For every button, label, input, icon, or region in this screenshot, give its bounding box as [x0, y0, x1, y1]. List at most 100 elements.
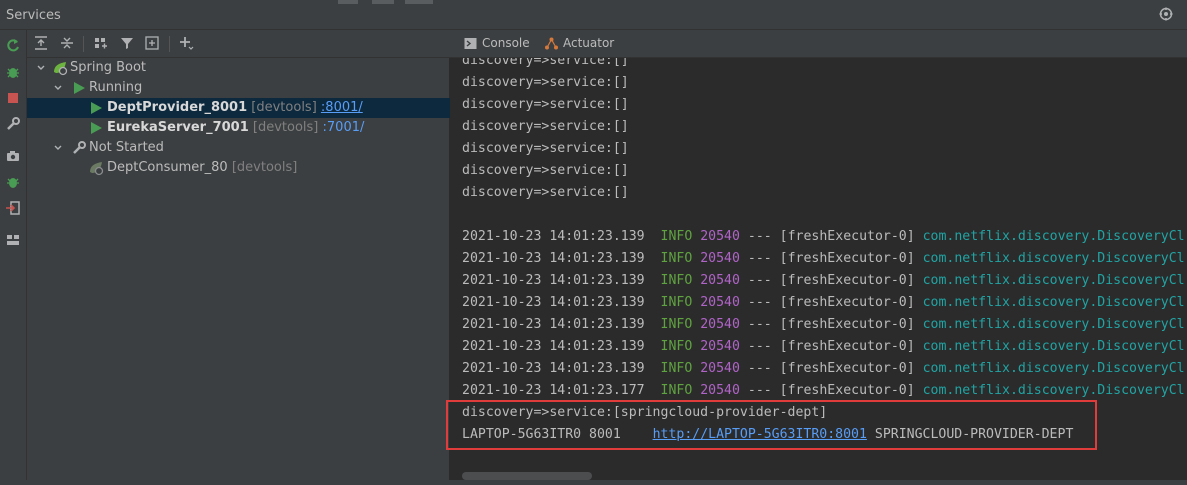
tree-node-deptprovider-8001[interactable]: DeptProvider_8001 [devtools] :8001/ [27, 98, 450, 118]
gear-icon[interactable] [1159, 7, 1173, 21]
spring-boot-icon [54, 62, 68, 76]
service-port-link[interactable]: :8001/ [321, 100, 363, 115]
tree-node-eurekaserver-7001[interactable]: EurekaServer_7001 [devtools] :7001/ [27, 118, 450, 138]
log-class: com.netflix.discovery.DiscoveryCl [922, 339, 1185, 354]
service-name: EurekaServer_7001 [107, 120, 249, 135]
log-pid: 20540 [700, 383, 740, 398]
horizontal-scrollbar[interactable] [462, 472, 592, 480]
services-action-strip [0, 30, 27, 485]
toolbar-separator [83, 36, 84, 52]
console-line: discovery=>service:[] [462, 119, 629, 134]
log-thread: [freshExecutor-0] [779, 361, 915, 376]
rerun-icon[interactable] [5, 38, 21, 54]
console-line: discovery=>service:[] [462, 97, 629, 112]
chevron-down-icon[interactable] [53, 143, 63, 153]
debug-bug-icon[interactable] [5, 64, 21, 80]
log-class: com.netflix.discovery.DiscoveryCl [922, 295, 1185, 310]
log-level: INFO [660, 251, 693, 266]
log-thread: [freshExecutor-0] [779, 229, 915, 244]
log-timestamp: 2021-10-23 14:01:23.139 [462, 251, 645, 266]
layout-icon[interactable] [5, 232, 21, 248]
tree-node-running[interactable]: Running [27, 78, 450, 98]
service-port-link[interactable]: :7001/ [323, 120, 365, 135]
wrench-icon[interactable] [5, 116, 21, 132]
log-level: INFO [660, 339, 693, 354]
chevron-down-icon[interactable] [53, 83, 63, 93]
chevron-down-icon[interactable] [36, 63, 46, 73]
camera-icon[interactable] [5, 148, 21, 164]
filter-icon[interactable] [119, 35, 135, 51]
group-by-icon[interactable] [93, 35, 109, 51]
tab-console[interactable]: Console [464, 30, 534, 57]
console-log-line: 2021-10-23 14:01:23.139 INFO 20540 --- [… [462, 270, 1185, 292]
log-pid: 20540 [700, 339, 740, 354]
console-log-line: 2021-10-23 14:01:23.139 INFO 20540 --- [… [462, 226, 1185, 248]
log-timestamp: 2021-10-23 14:01:23.139 [462, 339, 645, 354]
spring-boot-icon [90, 162, 104, 176]
run-icon [91, 102, 102, 114]
log-level: INFO [660, 317, 693, 332]
actuator-icon [545, 37, 558, 50]
log-timestamp: 2021-10-23 14:01:23.139 [462, 229, 645, 244]
tree-node-spring-boot[interactable]: Spring Boot [27, 58, 450, 78]
service-entry: DeptProvider_8001 [devtools] :8001/ [107, 98, 363, 118]
log-class: com.netflix.discovery.DiscoveryCl [922, 317, 1185, 332]
service-entry: EurekaServer_7001 [devtools] :7001/ [107, 118, 364, 138]
log-separator: --- [747, 339, 772, 354]
service-tag: [devtools] [252, 120, 319, 135]
tree-node-not-started[interactable]: Not Started [27, 138, 450, 158]
tab-actuator[interactable]: Actuator [545, 30, 625, 57]
jump-to-source-icon[interactable] [144, 35, 160, 51]
tree-node-label: Not Started [89, 140, 164, 155]
log-class: com.netflix.discovery.DiscoveryCl [922, 361, 1185, 376]
log-thread: [freshExecutor-0] [779, 317, 915, 332]
run-icon [91, 122, 102, 134]
log-separator: --- [747, 361, 772, 376]
console-log-line: 2021-10-23 14:01:23.139 INFO 20540 --- [… [462, 248, 1185, 270]
console-log-line: 2021-10-23 14:01:23.139 INFO 20540 --- [… [462, 314, 1185, 336]
tool-window-header: Services [0, 0, 1187, 30]
service-tag: [devtools] [231, 160, 298, 175]
console-line: discovery=>service:[] [462, 185, 629, 200]
log-separator: --- [747, 229, 772, 244]
console-line: discovery=>service:[] [462, 163, 629, 178]
log-pid: 20540 [700, 229, 740, 244]
log-pid: 20540 [700, 251, 740, 266]
expand-all-icon[interactable] [33, 35, 49, 51]
status-strip [0, 480, 1187, 485]
collapse-all-icon[interactable] [59, 35, 75, 51]
console-log-line: 2021-10-23 14:01:23.139 INFO 20540 --- [… [462, 292, 1185, 314]
console-line: discovery=>service:[] [462, 58, 629, 68]
toolbar-separator [169, 36, 170, 52]
run-icon [74, 82, 85, 94]
log-thread: [freshExecutor-0] [779, 339, 915, 354]
log-separator: --- [747, 295, 772, 310]
log-pid: 20540 [700, 317, 740, 332]
log-class: com.netflix.discovery.DiscoveryCl [922, 251, 1185, 266]
header-decoration [405, 0, 433, 4]
log-separator: --- [747, 317, 772, 332]
annotation-highlight-box [446, 400, 1097, 450]
exit-icon[interactable] [5, 200, 21, 216]
tree-node-deptconsumer-80[interactable]: DeptConsumer_80 [devtools] [27, 158, 450, 178]
services-tree: Spring Boot Running DeptProvider_8001 [d… [27, 58, 450, 485]
log-timestamp: 2021-10-23 14:01:23.177 [462, 383, 645, 398]
stop-icon[interactable] [5, 90, 21, 106]
log-level: INFO [660, 361, 693, 376]
log-class: com.netflix.discovery.DiscoveryCl [922, 229, 1185, 244]
debug-bug-icon[interactable] [5, 174, 21, 190]
log-thread: [freshExecutor-0] [779, 273, 915, 288]
log-separator: --- [747, 383, 772, 398]
console-tab-bar: Console Actuator [450, 30, 1187, 58]
service-entry: DeptConsumer_80 [devtools] [107, 158, 297, 178]
log-thread: [freshExecutor-0] [779, 295, 915, 310]
tab-label: Console [482, 36, 530, 50]
log-timestamp: 2021-10-23 14:01:23.139 [462, 273, 645, 288]
wrench-icon [73, 141, 86, 154]
add-service-icon[interactable] [178, 35, 194, 51]
log-pid: 20540 [700, 361, 740, 376]
service-tag: [devtools] [251, 100, 317, 115]
header-decoration [338, 0, 358, 4]
window-title: Services [6, 8, 61, 23]
service-name: DeptConsumer_80 [107, 160, 228, 175]
